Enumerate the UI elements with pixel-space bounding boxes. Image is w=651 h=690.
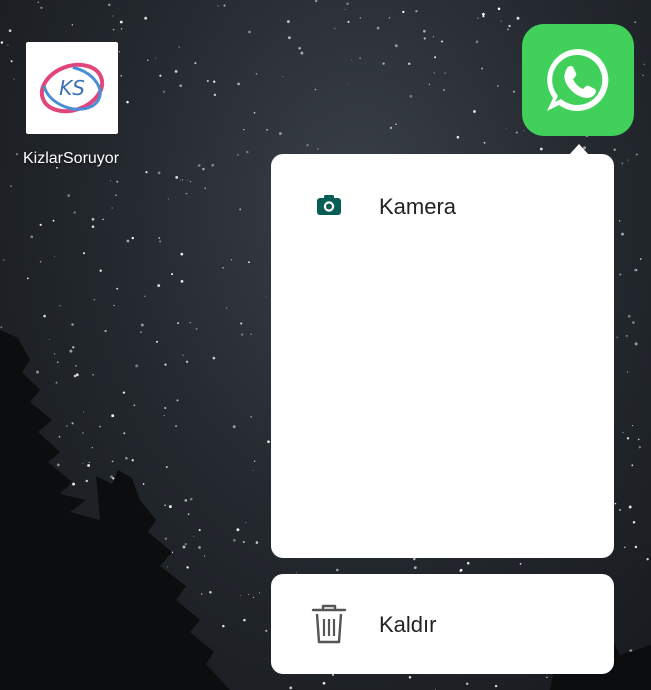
- kizlarsoruyor-app-label[interactable]: KizlarSoruyor: [6, 150, 136, 168]
- shortcut-kamera[interactable]: Kamera: [271, 178, 614, 232]
- trash-icon: [311, 604, 347, 644]
- remove-app-button[interactable]: Kaldır: [271, 574, 614, 674]
- app-shortcut-menu: Kamera: [271, 154, 614, 558]
- kizlarsoruyor-logo-text: KS: [59, 76, 85, 100]
- remove-app-label: Kaldır: [379, 612, 437, 637]
- shortcut-kamera-label: Kamera: [379, 194, 457, 219]
- whatsapp-app-icon[interactable]: [522, 24, 634, 136]
- whatsapp-logo-icon: [547, 49, 609, 111]
- kizlarsoruyor-app-icon[interactable]: KS: [26, 42, 118, 134]
- camera-icon: [317, 195, 341, 215]
- kizlarsoruyor-logo-icon: KS: [39, 62, 105, 114]
